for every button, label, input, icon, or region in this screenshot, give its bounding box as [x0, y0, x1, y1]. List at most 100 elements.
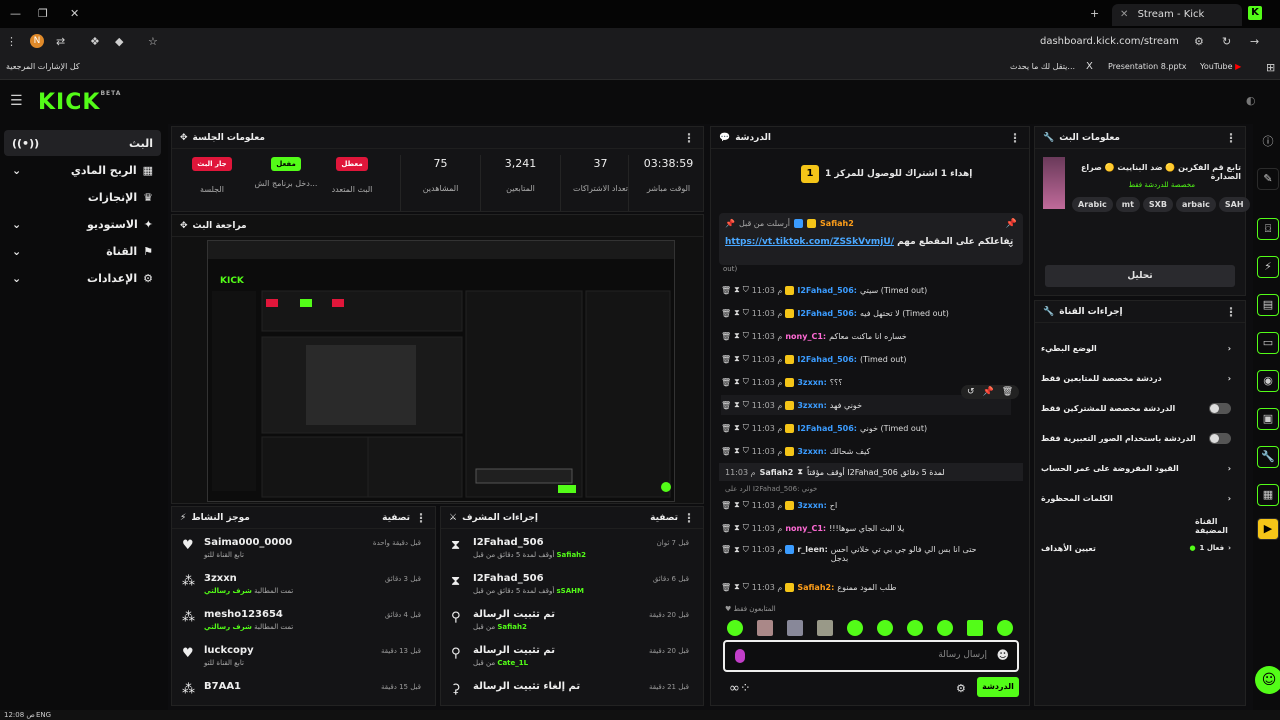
- ticket-icon[interactable]: ▦: [1257, 484, 1279, 506]
- slow-mode-row[interactable]: الوضع البطيء ›: [1041, 334, 1231, 362]
- hourglass-icon[interactable]: ⧗: [734, 285, 740, 295]
- host-channel-label[interactable]: القناة المضيفة: [1195, 517, 1245, 535]
- forward-icon[interactable]: →: [1250, 35, 1259, 49]
- chat-message[interactable]: 🗑 ⧗ ⛉ 11:03 م I2Fahad_506: (Timed out): [721, 349, 1011, 369]
- sidebar-item-stream[interactable]: ((•)) البث: [4, 130, 161, 156]
- bookmark-x-post[interactable]: يتقل لك ما يحدث...: [1010, 62, 1075, 71]
- kebab-menu-icon[interactable]: ⋮: [683, 132, 695, 144]
- trash-icon[interactable]: 🗑: [721, 286, 731, 295]
- chat-message[interactable]: 🗑 ⧗ ⛉ 11:03 م 3zxxn: اح: [721, 495, 1011, 515]
- kebab-menu-icon[interactable]: ⋮: [683, 512, 695, 524]
- url-field[interactable]: dashboard.kick.com/stream: [1040, 36, 1179, 47]
- subscribers-only-toggle[interactable]: [1209, 402, 1231, 414]
- tag-chip[interactable]: Arabic: [1072, 197, 1113, 212]
- emote-icon[interactable]: [727, 620, 743, 636]
- wrench-icon[interactable]: 🔧: [1257, 446, 1279, 468]
- kebab-menu-icon[interactable]: ⋮: [1225, 306, 1237, 318]
- banned-words-row[interactable]: الكلمات المحظورة ›: [1041, 484, 1231, 512]
- pin-icon[interactable]: 📌: [1006, 219, 1017, 229]
- tag-chip[interactable]: SAH: [1218, 197, 1250, 212]
- chat-message[interactable]: 🗑 ⧗ ⛉ 11:03 م Safiah2: طلب المود ممنوع: [721, 577, 1011, 597]
- pin-icon[interactable]: 📌: [983, 387, 994, 397]
- chat-message[interactable]: 🗑 ⧗ ⛉ 11:03 م nony_C1: !!!يلا البث الجاي سوها: [721, 518, 1011, 538]
- restore-icon[interactable]: ❐: [38, 7, 48, 21]
- infinity-icon[interactable]: ∞⁘: [729, 681, 751, 696]
- grip-icon[interactable]: ✥: [180, 221, 188, 231]
- pinned-message[interactable]: 📌 أرسلت من قبل Safiah2 https://vt.tiktok…: [719, 213, 1023, 265]
- tab-close-icon[interactable]: ✕: [1120, 9, 1128, 20]
- emote-icon[interactable]: [757, 620, 773, 636]
- chat-message[interactable]: 🗑 ⧗ ⛉ 11:03 م I2Fahad_506: خوني (Timed out): [721, 418, 1011, 438]
- trash-icon[interactable]: 🗑: [721, 378, 731, 387]
- stream-category[interactable]: مخصصة للدردشة فقط: [1075, 181, 1195, 189]
- gear-icon[interactable]: ⚙: [956, 682, 966, 695]
- hourglass-icon[interactable]: ⧗: [734, 377, 740, 387]
- tag-chip[interactable]: SXB: [1142, 197, 1173, 212]
- hourglass-icon[interactable]: ⧗: [734, 331, 740, 341]
- hourglass-icon[interactable]: ⧗: [734, 582, 740, 592]
- kebab-menu-icon[interactable]: ⋮: [415, 512, 427, 524]
- hourglass-icon[interactable]: ⧗: [734, 500, 740, 510]
- emote-icon[interactable]: [997, 620, 1013, 636]
- trash-icon[interactable]: 🗑: [721, 501, 731, 510]
- trash-icon[interactable]: 🗑: [721, 545, 731, 554]
- sidebar-item-settings[interactable]: ⌄ الإعدادات ⚙: [4, 265, 161, 291]
- trash-icon[interactable]: 🗑: [721, 583, 731, 592]
- emoji-icon[interactable]: ☻: [996, 648, 1009, 662]
- minimize-icon[interactable]: —: [10, 7, 21, 21]
- help-chat-icon[interactable]: ☺: [1255, 666, 1280, 694]
- all-bookmarks[interactable]: كل الإشارات المرجعية: [6, 62, 80, 71]
- stream-preview-video[interactable]: KICK: [207, 240, 675, 502]
- kick-logo[interactable]: KICKBETA: [38, 90, 121, 115]
- chat-message[interactable]: 🗑 ⧗ ⛉ 11:03 م I2Fahad_506: لا تحتهل فيه (Time…: [721, 303, 1011, 323]
- hourglass-icon[interactable]: ⧗: [734, 400, 740, 410]
- kebab-menu-icon[interactable]: ⋮: [1009, 132, 1021, 144]
- emote-icon[interactable]: [907, 620, 923, 636]
- chat-message[interactable]: 🗑 ⧗ ⛉ 11:03 م nony_C1: خساره انا ماكنت معاكم: [721, 326, 1011, 346]
- new-tab-icon[interactable]: +: [1090, 7, 1099, 21]
- menu-dots-icon[interactable]: ⋮: [6, 35, 17, 49]
- info-icon[interactable]: ⓘ: [1257, 132, 1279, 154]
- broadcast-icon[interactable]: ◉: [1257, 370, 1279, 392]
- camera-icon[interactable]: ⌼: [1257, 218, 1279, 240]
- bookmark-presentation[interactable]: Presentation 8.pptx: [1108, 62, 1186, 71]
- emote-icon[interactable]: [877, 620, 893, 636]
- filter-button[interactable]: تصفية: [382, 513, 410, 523]
- emote-icon[interactable]: [787, 620, 803, 636]
- hourglass-icon[interactable]: ⧗: [734, 308, 740, 318]
- microphone-icon[interactable]: [735, 649, 745, 663]
- edit-stream-button[interactable]: تحليل: [1045, 265, 1235, 287]
- chat-message[interactable]: 🗑 ⧗ ⛉ 11:03 م 3zxxn: كيف شحالك: [721, 441, 1011, 461]
- chat-message[interactable]: 🗑 ⧗ ⛉ 11:03 م I2Fahad_506: سيتي (Timed out): [721, 280, 1011, 300]
- send-chat-button[interactable]: الدردشة: [977, 677, 1019, 697]
- language-indicator[interactable]: ENG: [36, 710, 51, 720]
- reply-icon[interactable]: ↺: [967, 387, 975, 397]
- extension-icon[interactable]: ⇄: [56, 35, 65, 49]
- emote-icon[interactable]: [937, 620, 953, 636]
- trash-icon[interactable]: 🗑: [1002, 387, 1013, 397]
- theme-icon[interactable]: ◐: [1246, 94, 1256, 108]
- profile-avatar[interactable]: N: [30, 34, 44, 48]
- filter-button[interactable]: تصفية: [650, 513, 678, 523]
- tag-chip[interactable]: mt: [1115, 197, 1140, 212]
- bookmark-youtube[interactable]: YouTube ▶: [1200, 62, 1241, 71]
- layout-icon[interactable]: ▣: [1257, 408, 1279, 430]
- clapper-icon[interactable]: ▶: [1257, 518, 1279, 540]
- reload-icon[interactable]: ↻: [1222, 35, 1231, 49]
- chevron-down-icon[interactable]: ⌄: [1007, 239, 1015, 250]
- close-icon[interactable]: ✕: [70, 7, 79, 21]
- sidebar-item-studio[interactable]: ⌄ الاستوديو ✦: [4, 211, 161, 237]
- pinned-link[interactable]: https://vt.tiktok.com/ZSSkVvmjU/: [725, 237, 894, 247]
- chat-icon[interactable]: ▭: [1257, 332, 1279, 354]
- hamburger-menu-icon[interactable]: ☰: [10, 94, 23, 108]
- grip-icon[interactable]: ✥: [180, 133, 188, 143]
- star-icon[interactable]: ☆: [148, 35, 158, 49]
- kebab-menu-icon[interactable]: ⋮: [1225, 132, 1237, 144]
- emote-icon[interactable]: [967, 620, 983, 636]
- emote-icon[interactable]: [847, 620, 863, 636]
- site-settings-icon[interactable]: ⚙: [1194, 35, 1204, 49]
- hourglass-icon[interactable]: ⧗: [734, 545, 740, 555]
- diamond-icon[interactable]: ◆: [115, 35, 123, 49]
- emote-icon[interactable]: [817, 620, 833, 636]
- chat-message[interactable]: 🗑 ⧗ ⛉ 11:03 م r_leen: حتى انا بس الي فالو جي …: [721, 541, 1011, 571]
